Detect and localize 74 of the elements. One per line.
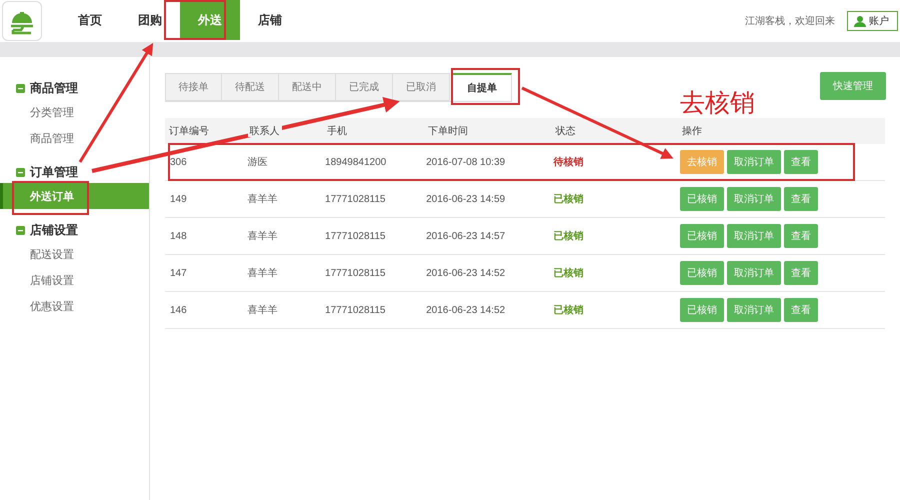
annotation-text: 去核销: [680, 91, 755, 116]
table-cell: 149: [165, 180, 246, 218]
sidebar-item[interactable]: 外送订单: [0, 183, 149, 209]
order-tab[interactable]: 待配送: [222, 73, 279, 101]
status-cell: 已核销: [552, 292, 678, 328]
sidebar-heading: 商品管理: [30, 80, 78, 96]
quick-manage-button[interactable]: 快速管理: [820, 72, 886, 100]
order-tab[interactable]: 已取消: [393, 73, 450, 101]
welcome-text: 江湖客栈，欢迎回来: [745, 14, 835, 28]
sidebar-item[interactable]: 店铺设置: [0, 267, 149, 293]
collapse-icon[interactable]: [16, 84, 25, 92]
action-button[interactable]: 查看: [784, 187, 818, 211]
highlight-frame: [451, 68, 520, 105]
action-button[interactable]: 取消订单: [727, 298, 782, 322]
table-cell: 18949841200: [323, 144, 424, 180]
table-cell: 2016-06-23 14:59: [424, 180, 552, 218]
nav-tab[interactable]: 团购: [120, 0, 180, 40]
action-button[interactable]: 已核销: [680, 187, 724, 211]
collapse-icon[interactable]: [16, 168, 25, 176]
action-button[interactable]: 查看: [784, 261, 818, 285]
nav-tab[interactable]: 首页: [60, 0, 120, 40]
account-button[interactable]: 账户: [847, 11, 898, 31]
table-cell: 喜羊羊: [246, 180, 324, 218]
order-tab[interactable]: 配送中: [279, 73, 336, 101]
table-cell: 喜羊羊: [246, 292, 324, 328]
table-cell: 喜羊羊: [246, 254, 324, 292]
sidebar-heading: 店铺设置: [30, 222, 78, 238]
action-button[interactable]: 已核销: [680, 298, 724, 322]
action-button[interactable]: 去核销: [680, 150, 724, 174]
table-cell: 2016-07-08 10:39: [424, 144, 552, 180]
collapse-icon[interactable]: [16, 226, 25, 234]
table-cell: 17771028115: [323, 292, 424, 328]
column-header: 手机: [323, 118, 424, 144]
status-cell: 已核销: [552, 180, 678, 218]
status-cell: 已核销: [552, 218, 678, 254]
action-button[interactable]: 已核销: [680, 261, 724, 285]
column-header: 操作: [678, 118, 885, 144]
status-cell: 已核销: [552, 254, 678, 292]
sidebar-item[interactable]: 优惠设置: [0, 293, 149, 319]
column-header: 订单编号: [165, 118, 246, 144]
action-button[interactable]: 取消订单: [727, 261, 782, 285]
table-cell: 17771028115: [323, 180, 424, 218]
column-header: 状态: [552, 118, 678, 144]
column-header: 下单时间: [424, 118, 552, 144]
table-cell: 喜羊羊: [246, 218, 324, 254]
sidebar-item[interactable]: 配送设置: [0, 241, 149, 267]
logo-icon: [2, 1, 42, 41]
user-icon: [854, 15, 866, 27]
highlight-frame: [164, 0, 226, 40]
nav-tab[interactable]: 店铺: [240, 0, 300, 40]
order-tab[interactable]: 待接单: [165, 73, 222, 101]
table-cell: 306: [165, 144, 246, 180]
sidebar-item[interactable]: 分类管理: [0, 99, 149, 125]
table-cell: 17771028115: [323, 218, 424, 254]
action-button[interactable]: 查看: [784, 224, 818, 248]
action-button[interactable]: 查看: [784, 298, 818, 322]
order-tab[interactable]: 已完成: [336, 73, 393, 101]
action-button[interactable]: 已核销: [680, 224, 724, 248]
table-cell: 17771028115: [323, 254, 424, 292]
order-tab[interactable]: 自提单: [452, 73, 512, 101]
status-cell: 待核销: [552, 144, 678, 180]
table-cell: 148: [165, 218, 246, 254]
table-cell: 147: [165, 254, 246, 292]
action-button[interactable]: 取消订单: [727, 150, 782, 174]
action-button[interactable]: 取消订单: [727, 224, 782, 248]
action-button[interactable]: 查看: [784, 150, 818, 174]
table-cell: 2016-06-23 14:52: [424, 292, 552, 328]
table-cell: 游医: [246, 144, 324, 180]
table-cell: 2016-06-23 14:57: [424, 218, 552, 254]
sidebar-heading: 订单管理: [30, 164, 78, 180]
table-cell: 146: [165, 292, 246, 328]
sidebar-item[interactable]: 商品管理: [0, 125, 149, 151]
table-cell: 2016-06-23 14:52: [424, 254, 552, 292]
action-button[interactable]: 取消订单: [727, 187, 782, 211]
